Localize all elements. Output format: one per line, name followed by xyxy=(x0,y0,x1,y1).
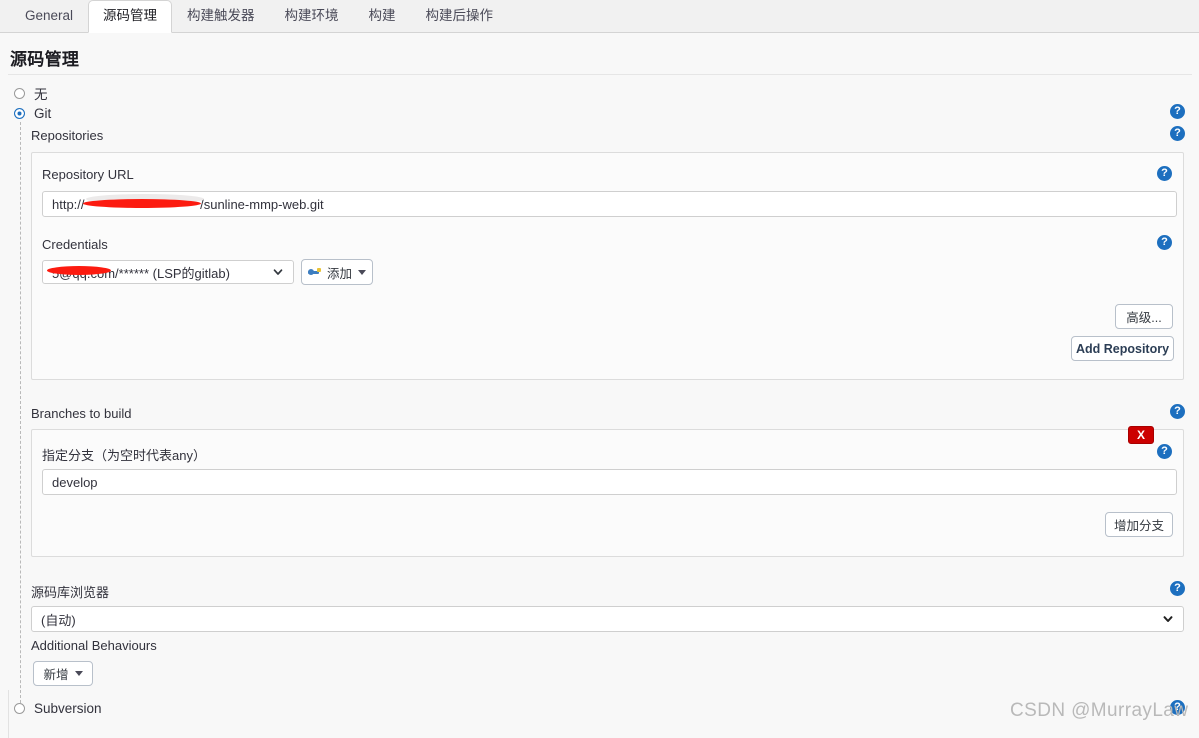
add-behaviour-button[interactable]: 新增 xyxy=(33,661,93,686)
branch-specifier-input[interactable] xyxy=(42,469,1177,495)
tab-build-triggers[interactable]: 构建触发器 xyxy=(172,0,270,33)
repositories-label: Repositories xyxy=(31,128,104,143)
repo-browser-select-value: (自动) xyxy=(41,612,76,628)
key-icon xyxy=(307,267,322,277)
branch-specifier-label: 指定分支（为空时代表any） xyxy=(42,448,206,463)
tab-source-code-management[interactable]: 源码管理 xyxy=(88,0,173,33)
repository-url-label: Repository URL xyxy=(42,167,134,182)
scm-radio-none[interactable]: 无 xyxy=(14,83,48,103)
advanced-button[interactable]: 高级... xyxy=(1115,304,1173,329)
page-title: 源码管理 xyxy=(10,50,80,69)
git-section-indent-guide xyxy=(20,122,21,708)
tab-build-environment[interactable]: 构建环境 xyxy=(270,0,354,33)
repository-url-input[interactable] xyxy=(42,191,1177,217)
scm-radio-none-label: 无 xyxy=(34,87,48,102)
add-credentials-label: 添加 xyxy=(326,266,352,281)
help-icon-repo-browser[interactable]: ? xyxy=(1170,581,1185,596)
add-branch-label: 增加分支 xyxy=(1113,519,1164,533)
radio-git-dot[interactable] xyxy=(14,108,25,119)
help-icon-credentials[interactable]: ? xyxy=(1157,235,1172,250)
credentials-label: Credentials xyxy=(42,237,108,252)
chevron-down-icon-browser xyxy=(1162,613,1174,625)
radio-none-dot[interactable] xyxy=(14,87,25,99)
additional-behaviours-label: Additional Behaviours xyxy=(31,638,157,653)
jenkins-scm-config-page: General 源码管理 构建触发器 构建环境 构建 构建后操作 源码管理 无 … xyxy=(0,0,1199,738)
scm-radio-git[interactable]: Git xyxy=(14,106,51,121)
add-repository-label: Add Repository xyxy=(1075,341,1170,356)
title-divider xyxy=(8,74,1192,75)
repo-browser-label: 源码库浏览器 xyxy=(31,585,110,600)
help-icon-branch-specifier[interactable]: ? xyxy=(1157,444,1172,459)
radio-subversion-dot[interactable] xyxy=(14,703,25,714)
branches-to-build-label: Branches to build xyxy=(31,406,132,421)
help-icon-repository-url[interactable]: ? xyxy=(1157,166,1172,181)
scm-radio-subversion[interactable]: Subversion xyxy=(14,701,102,716)
help-icon-branches[interactable]: ? xyxy=(1170,404,1185,419)
add-credentials-button[interactable]: 添加 xyxy=(301,259,373,285)
add-branch-button[interactable]: 增加分支 xyxy=(1105,512,1173,537)
delete-branch-button[interactable]: X xyxy=(1128,426,1154,444)
chevron-down-icon xyxy=(272,266,284,278)
watermark-text: CSDN @MurrayLaw xyxy=(1010,700,1189,721)
repo-browser-select[interactable]: (自动) xyxy=(31,606,1184,632)
add-repository-button[interactable]: Add Repository xyxy=(1071,336,1174,361)
add-behaviour-label: 新增 xyxy=(43,668,69,682)
tab-build[interactable]: 构建 xyxy=(354,0,411,33)
scm-radio-git-label: Git xyxy=(34,106,52,121)
caret-down-icon-behaviour xyxy=(74,671,83,676)
help-icon-repositories[interactable]: ? xyxy=(1170,126,1185,141)
help-icon-git[interactable]: ? xyxy=(1170,104,1185,119)
tab-post-build-actions[interactable]: 构建后操作 xyxy=(411,0,509,33)
credentials-select[interactable]: 5@qq.com/****** (LSP的gitlab) xyxy=(42,260,294,284)
credentials-select-value: 5@qq.com/****** (LSP的gitlab) xyxy=(52,265,230,281)
config-tab-bar: General 源码管理 构建触发器 构建环境 构建 构建后操作 xyxy=(0,0,1199,33)
scm-radio-subversion-label: Subversion xyxy=(34,701,102,716)
caret-down-icon xyxy=(358,269,366,275)
tab-general[interactable]: General xyxy=(10,0,88,33)
advanced-label: 高级... xyxy=(1126,311,1162,325)
